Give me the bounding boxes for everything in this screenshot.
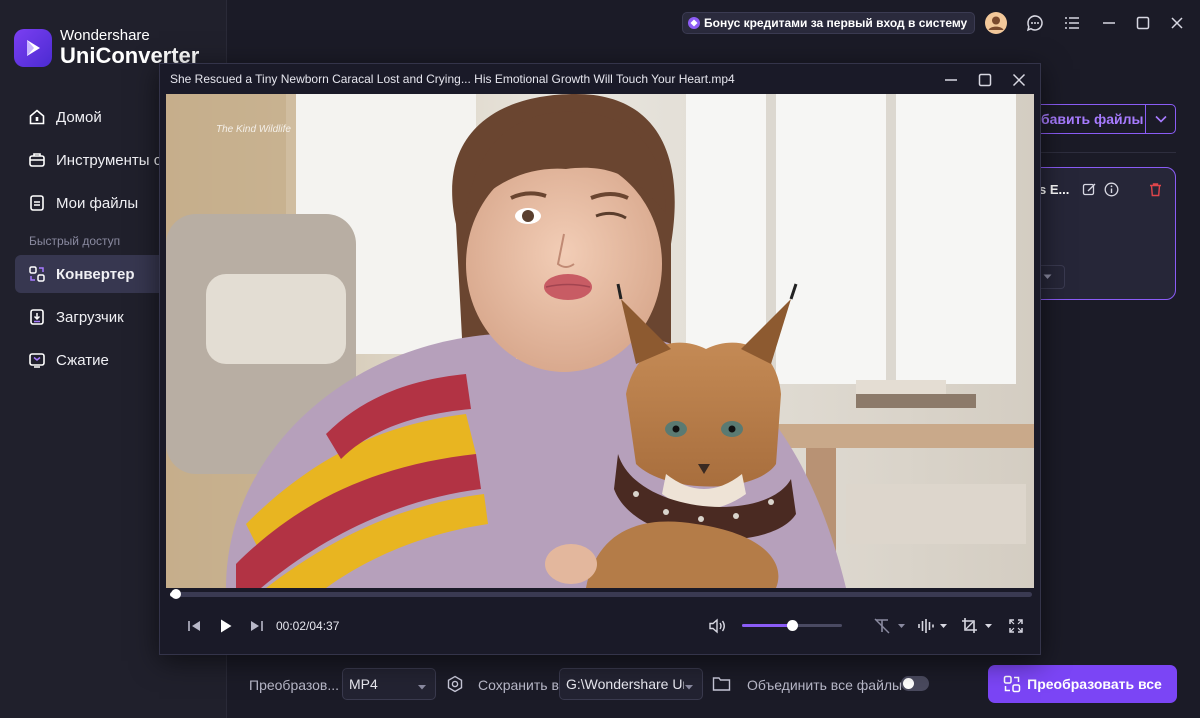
video-watermark: The Kind Wildlife <box>216 124 291 135</box>
divider <box>1040 152 1176 153</box>
sidebar-item-label: Конвертер <box>56 265 135 283</box>
volume-icon[interactable] <box>707 616 727 636</box>
fullscreen-icon[interactable] <box>1007 616 1025 636</box>
player-minimize-icon[interactable] <box>942 71 960 89</box>
seek-bar[interactable] <box>170 589 1032 599</box>
sidebar-item-label: Инструменты с <box>56 151 162 169</box>
gem-icon <box>688 17 700 29</box>
volume-level <box>742 624 792 627</box>
download-icon <box>27 307 47 327</box>
play-icon[interactable] <box>217 616 235 636</box>
video-frame[interactable]: The Kind Wildlife <box>166 94 1034 588</box>
folder-icon[interactable] <box>712 675 731 697</box>
delete-icon[interactable] <box>1147 181 1163 197</box>
top-bar: Бонус кредитами за первый вход в систему <box>227 0 1200 46</box>
minimize-icon[interactable] <box>1098 12 1120 34</box>
file-name: s E... <box>1039 182 1070 197</box>
feedback-icon[interactable] <box>1024 12 1046 34</box>
seek-handle[interactable] <box>171 589 182 599</box>
uniconverter-logo-icon <box>14 28 52 67</box>
chevron-down-icon <box>417 679 427 695</box>
edit-icon[interactable] <box>1081 181 1097 197</box>
subtitle-off-icon[interactable] <box>872 616 908 636</box>
save-path-value: G:\Wondershare Ur <box>566 676 684 692</box>
previous-frame-icon[interactable] <box>186 616 204 636</box>
sidebar-item-label: Загрузчик <box>56 308 124 326</box>
home-icon <box>27 107 47 127</box>
compress-icon <box>27 350 47 370</box>
merge-files-toggle[interactable] <box>901 676 929 691</box>
info-icon[interactable] <box>1103 181 1119 197</box>
chevron-down-icon[interactable] <box>1145 105 1175 133</box>
video-player-window: She Rescued a Tiny Newborn Caracal Lost … <box>159 63 1041 655</box>
volume-slider[interactable] <box>742 620 842 631</box>
output-format-label: Преобразов... <box>249 677 340 693</box>
files-icon <box>27 193 47 213</box>
close-icon[interactable] <box>1166 12 1188 34</box>
audio-track-icon[interactable] <box>916 616 952 636</box>
maximize-icon[interactable] <box>1132 12 1154 34</box>
avatar-icon[interactable] <box>985 12 1007 34</box>
convert-all-button[interactable]: Преобразовать все <box>988 665 1177 703</box>
promo-banner[interactable]: Бонус кредитами за первый вход в систему <box>682 12 976 34</box>
menu-icon[interactable] <box>1061 12 1083 34</box>
settings-icon[interactable] <box>446 675 464 698</box>
output-format-value: MP4 <box>349 676 378 692</box>
video-frame-image <box>166 94 1034 588</box>
add-files-button[interactable]: бавить файлы <box>1030 104 1176 134</box>
convert-icon <box>1003 675 1021 693</box>
playback-time: 00:02/04:37 <box>276 619 340 633</box>
add-files-label: бавить файлы <box>1041 111 1144 127</box>
volume-handle[interactable] <box>787 620 798 631</box>
save-path-select[interactable]: G:\Wondershare Ur <box>559 668 703 700</box>
player-maximize-icon[interactable] <box>976 71 994 89</box>
player-close-icon[interactable] <box>1010 71 1028 89</box>
brand-line1: Wondershare <box>60 27 150 44</box>
file-card[interactable]: s E... <box>1030 167 1176 300</box>
next-frame-icon[interactable] <box>247 616 265 636</box>
bottom-bar: Преобразов... MP4 Сохранить в G:\Wonders… <box>227 652 1200 718</box>
convert-all-label: Преобразовать все <box>1027 676 1162 692</box>
save-to-label: Сохранить в <box>478 677 559 693</box>
crop-icon[interactable] <box>960 616 998 636</box>
sidebar-item-label: Домой <box>56 108 102 126</box>
player-title: She Rescued a Tiny Newborn Caracal Lost … <box>170 72 735 86</box>
toolbox-icon <box>27 150 47 170</box>
sidebar-item-label: Сжатие <box>56 351 109 369</box>
promo-text: Бонус кредитами за первый вход в систему <box>704 16 968 30</box>
output-format-select[interactable]: MP4 <box>342 668 436 700</box>
app-logo: Wondershare UniConverter <box>14 28 199 67</box>
chevron-down-icon <box>684 679 694 695</box>
converter-icon <box>27 264 47 284</box>
merge-files-label: Объединить все файлы <box>747 677 903 693</box>
sidebar-item-label: Мои файлы <box>56 194 139 212</box>
